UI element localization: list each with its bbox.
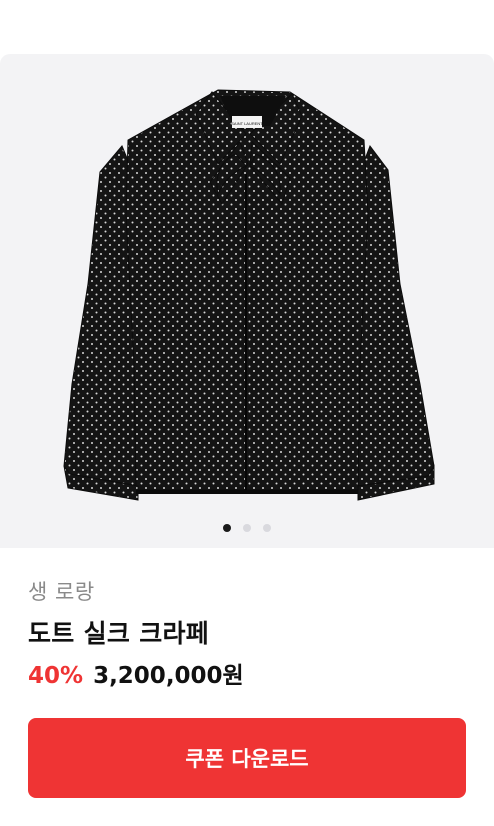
brand-name[interactable]: 생 로랑: [28, 576, 95, 606]
product-title: 도트 실크 크라페: [28, 619, 210, 648]
discount-rate: 40%: [28, 663, 84, 689]
coupon-download-button[interactable]: 쿠폰 다운로드: [28, 718, 466, 798]
product-card: SAINT LAURENT 생 로랑 도트 실크 크라페 40% 3,200,0…: [0, 0, 494, 826]
product-image-gallery[interactable]: SAINT LAURENT: [0, 54, 494, 548]
gallery-pagination: [0, 524, 494, 532]
brand-label-tag: SAINT LAURENT: [231, 121, 263, 126]
pagination-dot-3[interactable]: [263, 524, 271, 532]
pagination-dot-2[interactable]: [243, 524, 251, 532]
price-row: 40% 3,200,000원: [28, 656, 244, 690]
product-image[interactable]: SAINT LAURENT: [0, 54, 494, 548]
pagination-dot-1[interactable]: [223, 524, 231, 532]
sale-price: 3,200,000원: [93, 663, 244, 689]
